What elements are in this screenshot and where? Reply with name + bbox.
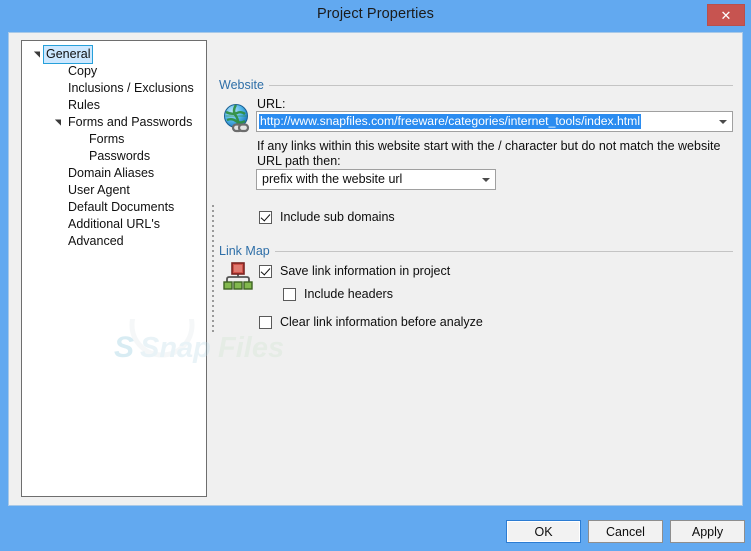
- tree-item-label: General: [43, 45, 94, 64]
- clear-link-info-row[interactable]: Clear link information before analyze: [259, 314, 483, 330]
- slash-links-dropdown-button[interactable]: [477, 170, 495, 189]
- globe-link-icon: [224, 104, 250, 133]
- tree-item-rules[interactable]: Rules: [44, 97, 197, 114]
- tree-item-label: Passwords: [89, 149, 151, 163]
- dialog-client-area: ◢ General Copy Inclusions / Exclusions Rules…: [8, 32, 743, 506]
- tree-item-default-documents[interactable]: Default Documents: [44, 199, 197, 216]
- clear-link-info-label: Clear link information before analyze: [280, 315, 483, 329]
- tree-item-forms[interactable]: Forms: [44, 131, 197, 148]
- slash-links-hint: If any links within this website start w…: [257, 139, 721, 168]
- chevron-down-icon: [719, 119, 727, 124]
- project-properties-dialog: Project Properties ✕ ◢ General Copy Inclusi…: [0, 0, 751, 551]
- url-input-value[interactable]: http://www.snapfiles.com/freeware/catego…: [259, 114, 642, 129]
- tree-item-passwords[interactable]: Passwords: [44, 148, 197, 165]
- save-link-info-checkbox[interactable]: [259, 264, 272, 278]
- slash-links-action-combobox[interactable]: prefix with the website url: [256, 169, 496, 190]
- chevron-down-icon: [482, 177, 490, 182]
- ok-button[interactable]: OK: [506, 520, 581, 543]
- url-combobox[interactable]: http://www.snapfiles.com/freeware/catego…: [256, 111, 733, 132]
- tree-item-label: Domain Aliases: [68, 166, 155, 180]
- slash-links-action-value: prefix with the website url: [262, 172, 403, 186]
- link-map-group-label: Link Map: [219, 244, 275, 258]
- tree-item-label: Forms and Passwords: [68, 115, 193, 129]
- website-group-divider: [267, 85, 733, 86]
- tree-item-label: User Agent: [68, 183, 130, 197]
- apply-button[interactable]: Apply: [670, 520, 745, 543]
- title-bar: Project Properties ✕: [0, 0, 751, 32]
- expander-collapse-icon[interactable]: ◢: [28, 49, 45, 60]
- close-icon: ✕: [720, 7, 732, 23]
- include-sub-domains-label: Include sub domains: [280, 210, 395, 224]
- tree-item-label: Additional URL's: [68, 217, 161, 231]
- settings-tree[interactable]: ◢ General Copy Inclusions / Exclusions Rules…: [21, 40, 207, 497]
- include-sub-domains-row[interactable]: Include sub domains: [259, 209, 395, 225]
- save-link-info-row[interactable]: Save link information in project: [259, 263, 450, 279]
- include-sub-domains-checkbox[interactable]: [259, 210, 272, 224]
- close-button[interactable]: ✕: [707, 4, 745, 26]
- tree-item-copy[interactable]: Copy: [44, 63, 197, 80]
- tree-item-label: Advanced: [68, 234, 124, 248]
- dialog-footer: OK Cancel Apply: [0, 506, 751, 551]
- tree-item-general[interactable]: ◢ General: [32, 45, 197, 64]
- tree-item-additional-url-s[interactable]: Additional URL's: [44, 216, 197, 233]
- tree-item-label: Copy: [68, 64, 98, 78]
- link-map-group-divider: [268, 251, 733, 252]
- tree-item-forms-and-passwords[interactable]: ◢ Forms and Passwords: [44, 114, 197, 131]
- tree-item-label: Default Documents: [68, 200, 175, 214]
- website-group-label: Website: [219, 78, 269, 92]
- panel-splitter[interactable]: [212, 205, 214, 335]
- tree-item-domain-aliases[interactable]: Domain Aliases: [44, 165, 197, 182]
- sitemap-icon: [223, 262, 253, 290]
- tree-item-label: Forms: [89, 132, 125, 146]
- include-headers-label: Include headers: [304, 287, 393, 301]
- url-label: URL:: [257, 97, 286, 111]
- include-headers-row[interactable]: Include headers: [283, 286, 393, 302]
- tree-item-user-agent[interactable]: User Agent: [44, 182, 197, 199]
- tree-item-advanced[interactable]: Advanced: [44, 233, 197, 250]
- clear-link-info-checkbox[interactable]: [259, 315, 272, 329]
- window-title: Project Properties: [316, 6, 435, 22]
- tree-item-label: Rules: [68, 98, 100, 112]
- tree-item-label: Inclusions / Exclusions: [68, 81, 194, 95]
- tree-item-inclusions-exclusions[interactable]: Inclusions / Exclusions: [44, 80, 197, 97]
- cancel-button[interactable]: Cancel: [588, 520, 663, 543]
- url-dropdown-button[interactable]: [714, 112, 732, 131]
- svg-text:Files: Files: [218, 332, 284, 364]
- expander-collapse-icon[interactable]: ◢: [49, 117, 66, 128]
- save-link-info-label: Save link information in project: [280, 264, 451, 278]
- include-headers-checkbox[interactable]: [283, 287, 296, 301]
